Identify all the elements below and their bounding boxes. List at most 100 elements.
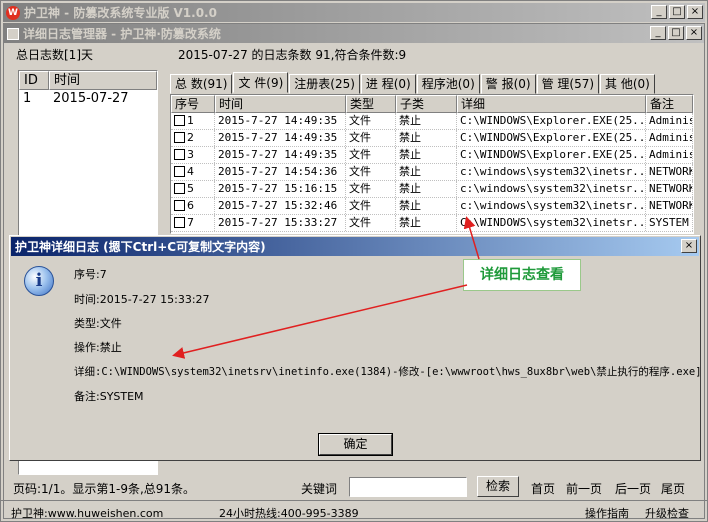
- table-row[interactable]: 1 2015-7-27 14:49:35 文件 禁止 C:\WINDOWS\Explor…: [171, 113, 693, 130]
- cell-note: NETWORK: [646, 198, 693, 214]
- table-row[interactable]: 4 2015-7-27 14:54:36 文件 禁止 c:\windows\system…: [171, 164, 693, 181]
- table-row[interactable]: 6 2015-7-27 15:32:46 文件 禁止 c:\windows\system…: [171, 198, 693, 215]
- ok-button[interactable]: 确定: [318, 433, 393, 456]
- cell-detail: C:\WINDOWS\system32\inetsr...: [457, 215, 646, 231]
- upgrade-check-link[interactable]: 升级检查: [645, 505, 689, 521]
- row-number: 2: [187, 131, 194, 144]
- status-bar: 护卫神:www.huweishen.com 24小时热线:400-995-338…: [1, 500, 708, 522]
- cell-no: 1: [171, 113, 215, 129]
- row-number: 3: [187, 148, 194, 161]
- cell-time: 2015-7-27 14:54:36: [215, 164, 346, 180]
- inner-minimize-button[interactable]: _: [650, 26, 666, 40]
- cell-sub: 禁止: [396, 113, 457, 129]
- col-header-no[interactable]: 序号: [171, 95, 215, 113]
- row-checkbox[interactable]: [174, 200, 185, 211]
- app-logo-icon: W: [6, 5, 20, 20]
- cell-sub: 禁止: [396, 181, 457, 197]
- row-number: 7: [187, 216, 194, 229]
- col-header-detail[interactable]: 详细: [457, 95, 646, 113]
- cell-type: 文件: [346, 130, 396, 146]
- log-table-body: 1 2015-7-27 14:49:35 文件 禁止 C:\WINDOWS\Explor…: [171, 113, 693, 232]
- log-manager-title: 详细日志管理器 - 护卫神·防篡改系统: [23, 27, 221, 41]
- prev-page-link[interactable]: 前一页: [566, 480, 602, 497]
- detail-op: 操作:禁止: [74, 341, 122, 354]
- tab-process[interactable]: 进 程(0): [360, 74, 416, 94]
- table-row[interactable]: 2 2015-7-27 14:49:35 文件 禁止 C:\WINDOWS\Explor…: [171, 130, 693, 147]
- dialog-titlebar[interactable]: 护卫神详细日志 (摁下Ctrl+C可复制文字内容) ×: [11, 237, 699, 256]
- total-days-label: 总日志数[1]天: [16, 48, 93, 62]
- first-page-link[interactable]: 首页: [531, 480, 555, 497]
- hotline-label: 24小时热线:400-995-3389: [219, 507, 359, 520]
- tab-registry[interactable]: 注册表(25): [289, 74, 360, 94]
- date-list-header-time[interactable]: 时间: [49, 71, 157, 90]
- date-list-header-id[interactable]: ID: [19, 71, 49, 90]
- cell-note: Adminis: [646, 130, 693, 146]
- row-number: 5: [187, 182, 194, 195]
- cell-sub: 禁止: [396, 198, 457, 214]
- next-page-link[interactable]: 后一页: [615, 480, 651, 497]
- cell-sub: 禁止: [396, 164, 457, 180]
- cell-no: 3: [171, 147, 215, 163]
- row-checkbox[interactable]: [174, 217, 185, 228]
- minimize-button[interactable]: _: [651, 5, 667, 19]
- main-window: W 护卫神 - 防篡改系统专业版 V1.0.0 _ □ × 详细日志管理器 - …: [0, 0, 708, 522]
- cell-detail: C:\WINDOWS\Explorer.EXE(25...: [457, 113, 646, 129]
- tab-app-pool[interactable]: 程序池(0): [416, 74, 480, 94]
- cell-no: 7: [171, 215, 215, 231]
- cell-note: NETWORK: [646, 164, 693, 180]
- cell-detail: C:\WINDOWS\Explorer.EXE(25...: [457, 130, 646, 146]
- row-number: 4: [187, 165, 194, 178]
- table-row[interactable]: 7 2015-7-27 15:33:27 文件 禁止 C:\WINDOWS\system…: [171, 215, 693, 232]
- info-icon: i: [24, 266, 54, 296]
- row-checkbox[interactable]: [174, 166, 185, 177]
- row-checkbox[interactable]: [174, 149, 185, 160]
- dialog-close-button[interactable]: ×: [681, 239, 697, 253]
- cell-no: 2: [171, 130, 215, 146]
- date-list-row[interactable]: 1 2015-07-27: [19, 90, 157, 107]
- date-id: 1: [23, 91, 32, 106]
- inner-maximize-button[interactable]: □: [668, 26, 684, 40]
- tab-other[interactable]: 其 他(0): [600, 74, 655, 94]
- cell-type: 文件: [346, 198, 396, 214]
- log-manager-titlebar[interactable]: 详细日志管理器 - 护卫神·防篡改系统 _ □ ×: [4, 24, 704, 43]
- tab-admin[interactable]: 管 理(57): [536, 74, 600, 94]
- keyword-input[interactable]: [349, 477, 467, 497]
- cell-type: 文件: [346, 164, 396, 180]
- table-row[interactable]: 5 2015-7-27 15:16:15 文件 禁止 c:\windows\system…: [171, 181, 693, 198]
- cell-type: 文件: [346, 181, 396, 197]
- col-header-sub[interactable]: 子类: [396, 95, 457, 113]
- main-titlebar[interactable]: W 护卫神 - 防篡改系统专业版 V1.0.0 _ □ ×: [3, 3, 705, 22]
- cell-note: Adminis: [646, 113, 693, 129]
- cell-time: 2015-7-27 15:16:15: [215, 181, 346, 197]
- cell-time: 2015-7-27 15:33:27: [215, 215, 346, 231]
- date-value: 2015-07-27: [53, 91, 129, 106]
- maximize-button[interactable]: □: [669, 5, 685, 19]
- row-checkbox[interactable]: [174, 132, 185, 143]
- log-table[interactable]: 序号 时间 类型 子类 详细 备注 1 2015-7-27 14:49:35 文件禁…: [170, 94, 694, 234]
- main-title: 护卫神 - 防篡改系统专业版 V1.0.0: [24, 6, 217, 20]
- col-header-time[interactable]: 时间: [215, 95, 346, 113]
- cell-type: 文件: [346, 215, 396, 231]
- tab-total[interactable]: 总 数(91): [170, 74, 233, 94]
- cell-time: 2015-7-27 15:32:46: [215, 198, 346, 214]
- website-label: 护卫神:www.huweishen.com: [11, 507, 164, 520]
- cell-type: 文件: [346, 147, 396, 163]
- col-header-type[interactable]: 类型: [346, 95, 396, 113]
- detail-log-dialog: 护卫神详细日志 (摁下Ctrl+C可复制文字内容) × i 序号:7 时间:20…: [9, 235, 702, 461]
- inner-close-button[interactable]: ×: [686, 26, 702, 40]
- close-button[interactable]: ×: [687, 5, 703, 19]
- cell-detail: c:\windows\system32\inetsr...: [457, 198, 646, 214]
- pager-bar: 页码:1/1。显示第1-9条,总91条。 关键词 检索 首页 前一页 后一页 尾…: [3, 475, 705, 499]
- last-page-link[interactable]: 尾页: [661, 480, 685, 497]
- cell-detail: c:\windows\system32\inetsr...: [457, 181, 646, 197]
- col-header-note[interactable]: 备注: [646, 95, 693, 113]
- row-checkbox[interactable]: [174, 183, 185, 194]
- table-row[interactable]: 3 2015-7-27 14:49:35 文件 禁止 C:\WINDOWS\Explor…: [171, 147, 693, 164]
- cell-detail: C:\WINDOWS\Explorer.EXE(25...: [457, 147, 646, 163]
- row-checkbox[interactable]: [174, 115, 185, 126]
- search-button[interactable]: 检索: [477, 476, 519, 497]
- tab-alert[interactable]: 警 报(0): [480, 74, 536, 94]
- tab-file[interactable]: 文 件(9): [233, 72, 289, 93]
- guide-link[interactable]: 操作指南: [585, 505, 629, 521]
- cell-sub: 禁止: [396, 130, 457, 146]
